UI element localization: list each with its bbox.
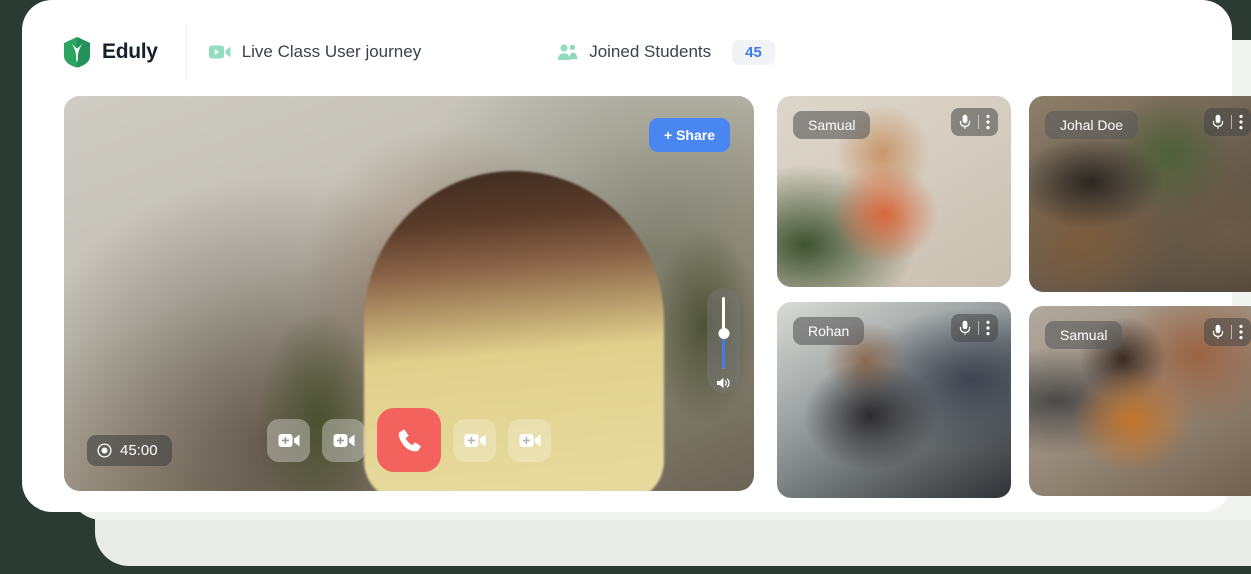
- participant-name: Samual: [1045, 321, 1123, 349]
- brand[interactable]: Eduly: [41, 24, 186, 80]
- more-vertical-icon[interactable]: [1239, 324, 1243, 340]
- people-icon: [557, 43, 578, 61]
- participant-actions: [1204, 318, 1251, 346]
- participant-actions: [1204, 108, 1251, 136]
- video-call-area: + Share 45:00 Samual Johal Doe Rohan Sam…: [64, 96, 1251, 498]
- participant-tile[interactable]: Samual: [777, 96, 1011, 287]
- add-camera-right-2-button[interactable]: [508, 418, 551, 462]
- microphone-icon[interactable]: [959, 320, 971, 336]
- page-background: Eduly Live Class User journey Joined Stu…: [0, 0, 1251, 574]
- participant-name: Samual: [793, 111, 871, 139]
- participant-tile[interactable]: Rohan: [777, 302, 1011, 498]
- participant-grid: Samual Johal Doe Rohan Samual: [777, 96, 1251, 498]
- video-plus-icon: [464, 432, 486, 449]
- volume-track[interactable]: [718, 297, 729, 369]
- participant-name: Johal Doe: [1045, 111, 1139, 139]
- microphone-icon[interactable]: [1212, 324, 1224, 340]
- video-plus-icon: [278, 432, 300, 449]
- brand-name: Eduly: [102, 40, 158, 63]
- phone-icon: [395, 426, 424, 455]
- nav-item-live-class[interactable]: Live Class User journey: [187, 24, 444, 80]
- microphone-icon[interactable]: [1212, 114, 1224, 130]
- participant-actions: [951, 108, 998, 136]
- video-plus-icon: [519, 432, 541, 449]
- participant-tile[interactable]: Samual: [1029, 306, 1251, 496]
- volume-knob[interactable]: [718, 328, 729, 339]
- recording-timer: 45:00: [87, 435, 172, 466]
- app-window: Eduly Live Class User journey Joined Stu…: [22, 0, 1251, 512]
- main-speaker-video[interactable]: + Share 45:00: [64, 96, 754, 491]
- video-plus-icon: [333, 432, 355, 449]
- action-divider: [978, 321, 979, 335]
- participant-name: Rohan: [793, 317, 865, 345]
- record-icon: [97, 443, 112, 458]
- more-vertical-icon[interactable]: [1239, 114, 1243, 130]
- add-camera-right-1-button[interactable]: [453, 418, 496, 462]
- joined-students-label: Joined Students: [589, 42, 712, 61]
- shield-pen-logo-icon: [62, 36, 92, 68]
- call-controls: [267, 408, 551, 472]
- joined-students-count: 45: [732, 39, 775, 65]
- volume-slider[interactable]: [707, 288, 740, 393]
- speaker-icon[interactable]: [716, 369, 731, 390]
- add-camera-left-1-button[interactable]: [322, 418, 365, 462]
- joined-students[interactable]: Joined Students 45: [443, 24, 797, 80]
- action-divider: [978, 115, 979, 129]
- app-header: Eduly Live Class User journey Joined Stu…: [41, 24, 1231, 80]
- add-camera-left-2-button[interactable]: [267, 418, 310, 462]
- end-call-button[interactable]: [377, 408, 441, 472]
- participant-actions: [951, 314, 998, 342]
- action-divider: [1231, 325, 1232, 339]
- more-vertical-icon[interactable]: [986, 320, 990, 336]
- microphone-icon[interactable]: [959, 114, 971, 130]
- action-divider: [1231, 115, 1232, 129]
- video-camera-icon: [208, 44, 231, 60]
- nav-item-live-class-label: Live Class User journey: [241, 42, 422, 61]
- recording-timer-value: 45:00: [120, 442, 158, 459]
- participant-tile[interactable]: Johal Doe: [1029, 96, 1251, 292]
- more-vertical-icon[interactable]: [986, 114, 990, 130]
- share-button[interactable]: + Share: [649, 118, 730, 152]
